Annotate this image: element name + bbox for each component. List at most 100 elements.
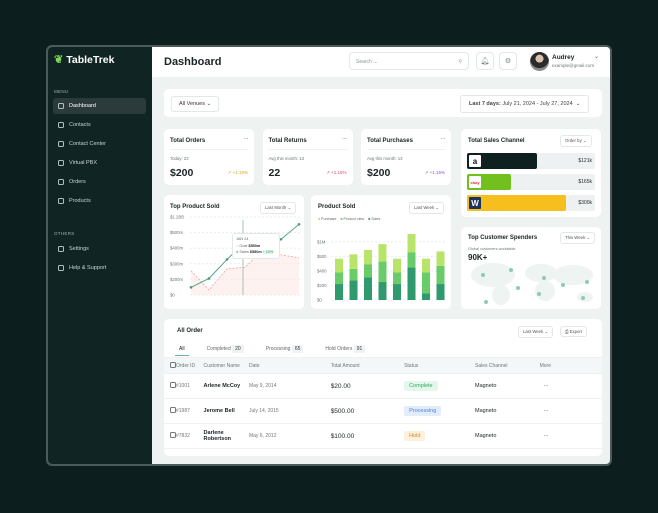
tab-hold-orders[interactable]: Hold Orders 91 (321, 342, 369, 356)
sales-channel-card: Total Sales Channel Order by ⌄ a $121k e… (461, 129, 601, 217)
more-icon[interactable]: ··· (441, 136, 446, 142)
more-icon[interactable]: ··· (342, 136, 347, 142)
bar-product-view (335, 272, 343, 285)
sales-point (189, 286, 193, 289)
stat-change: ↗ +1.15% (326, 170, 346, 176)
orders-icon (58, 179, 64, 185)
y-tick-label: $0 (170, 293, 175, 298)
sales-point (279, 238, 283, 241)
settings-gear-icon[interactable]: ⚙ (499, 52, 517, 70)
sidebar: ❦ TableTrek MENU OTHERS Dashboard Contacts… (48, 47, 152, 464)
status-badge: Hold (404, 431, 426, 441)
bar-sales (422, 293, 430, 300)
menu-label: MENU (54, 89, 69, 94)
sales-point (207, 277, 211, 280)
column-header[interactable]: Total Amount (330, 357, 405, 374)
table-row[interactable]: #7832 Darlene Robertson May 6, 2012 $100… (164, 423, 602, 449)
stat-change-value: +1.15% (232, 170, 248, 175)
tab-completed[interactable]: Completed 20 (203, 342, 248, 356)
product-sold-card: Product Sold Last Week ⌄ ■ Purchase ■ Pr… (311, 195, 451, 309)
sidebar-item-contacts[interactable]: Contacts (53, 117, 146, 133)
column-header[interactable]: Order ID (176, 357, 204, 374)
y-tick-label: $500m (170, 230, 184, 235)
stat-value: $200 (170, 167, 194, 179)
venues-dropdown[interactable]: All Venues ⌄ (171, 96, 220, 112)
order-by-dropdown[interactable]: Order by ⌄ (560, 135, 592, 147)
bar-purchase (364, 249, 372, 265)
column-header[interactable]: Customer Name (203, 357, 249, 374)
top-product-period-dropdown[interactable]: Last Month ⌄ (260, 202, 297, 214)
top-customers-title: Top Customer Spenders (468, 235, 538, 241)
sidebar-item-label: Dashboard (69, 103, 96, 109)
sidebar-item-orders[interactable]: Orders (53, 174, 146, 190)
y-tick-label: $1.2BB (170, 215, 184, 220)
column-header[interactable]: Sales Channel (474, 357, 540, 374)
sidebar-item-label: Contacts (69, 122, 91, 128)
sidebar-item-label: Settings (69, 246, 89, 252)
top-customers-card: Top Customer Spenders This Week ⌄ Global… (461, 227, 601, 309)
sidebar-item-contact-center[interactable]: Contact Center (53, 136, 146, 152)
sidebar-item-label: Orders (69, 179, 86, 185)
sidebar-item-virtual-pbx[interactable]: Virtual PBX (53, 155, 146, 171)
top-product-title: Top Product Sold (170, 204, 220, 210)
search-input[interactable]: Search ... ⚲ (349, 52, 469, 70)
search-icon: ⚲ (458, 59, 462, 65)
sales-channel: Magneto (474, 398, 540, 424)
y-tick-label: $200m (170, 277, 184, 282)
stat-change-value: +1.15% (429, 170, 445, 175)
user-menu-chevron-icon[interactable]: ⌄ (594, 53, 599, 60)
logo: ❦ TableTrek (54, 53, 114, 67)
tab-processing[interactable]: Processing 65 (262, 342, 308, 356)
table-row[interactable]: #1987 Jerome Bell July 14, 2015 $500.00 … (164, 398, 602, 424)
top-product-period: Last Month (265, 205, 287, 210)
wallet-icon (58, 160, 64, 166)
legend-sales-label: Sales (371, 217, 381, 221)
customer-name: Jerome Bell (203, 398, 249, 424)
more-icon[interactable]: ··· (539, 398, 602, 424)
column-header[interactable]: Date (248, 357, 331, 374)
more-icon[interactable]: ··· (539, 373, 602, 399)
ebay-logo-icon: ebay (469, 176, 481, 188)
order-id: #1987 (176, 398, 204, 424)
product-sold-period-dropdown[interactable]: Last Week ⌄ (409, 202, 445, 214)
amazon-logo-icon: a (469, 155, 481, 167)
stat-title: Total Orders (170, 138, 206, 144)
products-icon (58, 198, 64, 204)
venues-label: All Venues (179, 101, 205, 107)
more-icon[interactable]: ··· (244, 136, 249, 142)
stat-sub: Today: 22 (170, 156, 189, 161)
order-by-label: Order by (565, 138, 582, 143)
date-range-dropdown[interactable]: Last 7 days: July 21, 2024 - July 27, 20… (460, 95, 590, 113)
export-button[interactable]: ⎙ Export (560, 326, 588, 337)
column-header[interactable]: Status (404, 357, 475, 374)
sidebar-item-products[interactable]: Products (53, 193, 146, 209)
tooltip-goal-name: Goal (239, 244, 248, 248)
tooltip-sales-change: ↑ 10% (262, 250, 274, 254)
app-window: ❦ TableTrek MENU OTHERS Dashboard Contacts… (46, 45, 612, 466)
tooltip-goal-value: $550m (248, 244, 261, 248)
bar-purchase (436, 251, 445, 266)
total-amount: $500.00 (330, 398, 405, 424)
sidebar-item-settings[interactable]: Settings (53, 241, 146, 257)
top-customers-period-dropdown[interactable]: This Week ⌄ (560, 232, 596, 244)
bar-sales (393, 284, 401, 300)
tab-all[interactable]: All (175, 342, 189, 356)
sidebar-item-dashboard[interactable]: Dashboard (53, 98, 146, 114)
table-row[interactable]: #1001 Arlene McCoy May 9, 2014 $20.00 Co… (164, 373, 602, 399)
avatar[interactable] (530, 52, 549, 71)
column-header[interactable]: More (539, 357, 602, 374)
orders-period-dropdown[interactable]: Last Week ⌄ (518, 326, 554, 338)
notification-bell-icon[interactable]: 🔔︎ (476, 52, 494, 70)
trend-icon: ↗ (424, 170, 429, 175)
sidebar-item-help-support[interactable]: Help & Support (53, 260, 146, 276)
orders-period: Last Week (523, 329, 544, 334)
sales-point (225, 258, 229, 261)
gear-icon (58, 246, 64, 252)
bar-purchase (335, 258, 343, 273)
bar-chart: $0 $200 $400 $500 $1M (317, 234, 447, 303)
more-icon[interactable]: ··· (539, 423, 602, 449)
top-customers-period: This Week (565, 235, 586, 240)
channel-bar-amazon: a $121k (467, 153, 595, 169)
user-email: example@gmail.com (552, 63, 595, 68)
y-tick-label: $400 (317, 269, 327, 274)
